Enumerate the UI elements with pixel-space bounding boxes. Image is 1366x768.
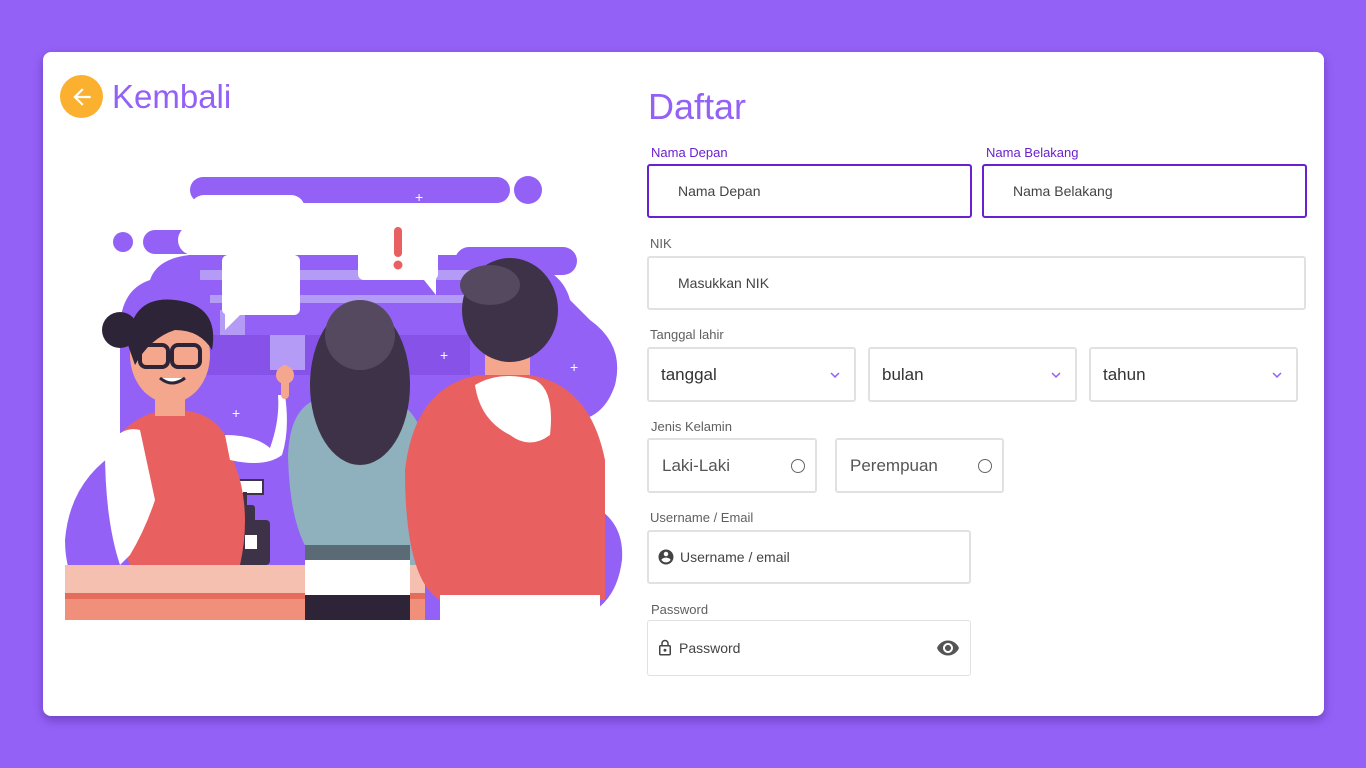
- chevron-down-icon: [1268, 366, 1286, 384]
- eye-icon[interactable]: [936, 636, 960, 660]
- account-circle-icon: [657, 548, 675, 566]
- svg-text:+: +: [440, 347, 448, 363]
- nik-label: NIK: [650, 236, 672, 251]
- arrow-left-icon: [69, 84, 95, 110]
- day-select[interactable]: tanggal: [647, 347, 856, 402]
- nik-input[interactable]: [678, 258, 1304, 308]
- svg-text:+: +: [288, 207, 296, 223]
- year-select-value: tahun: [1103, 364, 1146, 384]
- radio-circle-icon[interactable]: [791, 458, 805, 473]
- last-name-label: Nama Belakang: [986, 145, 1079, 160]
- cashier-customers-illustration: + + + + + +: [65, 176, 623, 620]
- gender-option-female[interactable]: Perempuan: [835, 438, 1004, 493]
- password-field: [647, 620, 971, 676]
- username-input[interactable]: [680, 532, 969, 582]
- nik-field: [647, 256, 1306, 310]
- svg-text:+: +: [193, 241, 201, 257]
- chevron-down-icon: [1047, 366, 1065, 384]
- svg-text:+: +: [415, 189, 423, 205]
- gender-option-male[interactable]: Laki-Laki: [647, 438, 817, 493]
- back-button[interactable]: [60, 75, 103, 118]
- chevron-down-icon: [826, 366, 844, 384]
- gender-label: Jenis Kelamin: [651, 419, 732, 434]
- birthdate-label: Tanggal lahir: [650, 327, 724, 342]
- lock-icon: [656, 639, 674, 657]
- gender-option-label: Laki-Laki: [662, 455, 731, 475]
- svg-text:+: +: [232, 405, 240, 421]
- last-name-field: [982, 164, 1307, 218]
- last-name-input[interactable]: [1013, 166, 1305, 216]
- password-label: Password: [651, 602, 709, 617]
- first-name-label: Nama Depan: [651, 145, 728, 160]
- username-label: Username / Email: [650, 510, 754, 525]
- year-select[interactable]: tahun: [1089, 347, 1298, 402]
- radio-circle-icon[interactable]: [978, 458, 992, 473]
- first-name-field: [647, 164, 972, 218]
- gender-option-label: Perempuan: [850, 455, 938, 475]
- first-name-input[interactable]: [678, 166, 970, 216]
- day-select-value: tanggal: [661, 364, 717, 384]
- password-input[interactable]: [679, 621, 936, 675]
- username-field: [647, 530, 971, 584]
- month-select-value: bulan: [882, 364, 924, 384]
- month-select[interactable]: bulan: [868, 347, 1077, 402]
- page-title: Daftar: [648, 86, 747, 127]
- svg-text:+: +: [570, 359, 578, 375]
- back-label[interactable]: Kembali: [112, 78, 231, 116]
